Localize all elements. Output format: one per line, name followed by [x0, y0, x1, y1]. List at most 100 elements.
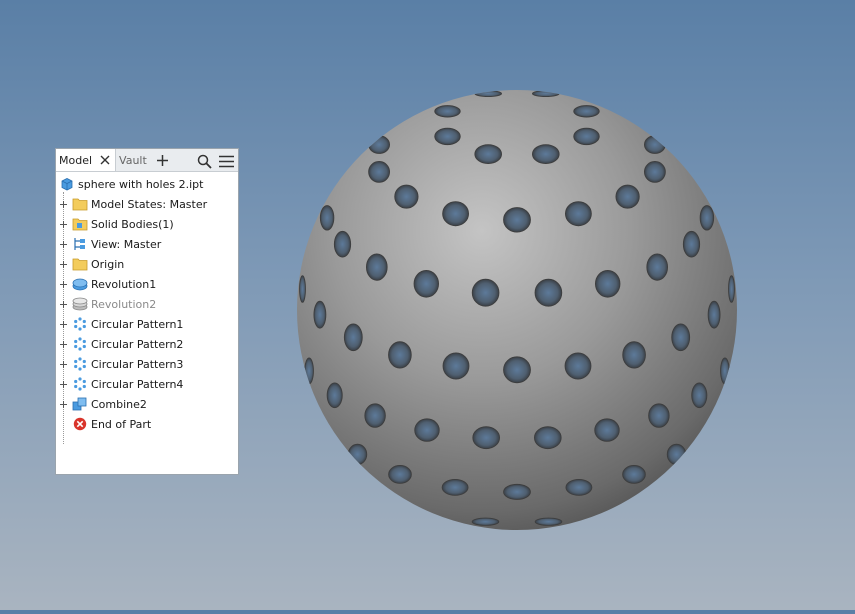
sphere-hole	[299, 275, 306, 303]
sphere-hole	[573, 127, 600, 146]
expand-plus-icon[interactable]	[59, 400, 68, 409]
search-icon[interactable]	[196, 153, 212, 169]
sphere-hole	[413, 269, 440, 298]
tab-model[interactable]: Model	[56, 149, 117, 171]
tree-item-label: End of Part	[91, 417, 152, 431]
sphere-hole	[503, 207, 531, 233]
sphere-hole	[707, 300, 721, 329]
sphere-hole	[565, 478, 593, 496]
sphere-hole	[622, 341, 646, 369]
sphere-hole	[472, 426, 501, 450]
tree-item-circular-pattern3[interactable]: Circular Pattern3	[56, 354, 238, 374]
model-browser-panel: Model Vault sphere with holes 2.ipt Mode…	[55, 148, 239, 475]
sphere-hole	[646, 253, 668, 281]
tree-item-combine2[interactable]: Combine2	[56, 394, 238, 414]
expand-plus-icon[interactable]	[59, 320, 68, 329]
sphere-hole	[573, 105, 600, 118]
tree-item-label: Circular Pattern1	[91, 317, 184, 331]
tree-item-origin[interactable]: Origin	[56, 254, 238, 274]
tree-item-label: Circular Pattern4	[91, 377, 184, 391]
view-icon	[72, 236, 88, 252]
sphere-hole	[414, 418, 440, 442]
tree-item-circular-pattern2[interactable]: Circular Pattern2	[56, 334, 238, 354]
sphere-hole	[671, 323, 691, 352]
sphere-hole	[326, 382, 343, 409]
circular-pattern-icon	[72, 356, 88, 372]
sphere-hole	[319, 205, 335, 231]
sphere-hole	[720, 357, 730, 385]
sphere-hole	[728, 275, 735, 303]
circular-pattern-icon	[72, 316, 88, 332]
sphere-hole	[474, 90, 503, 97]
tree-item-label: Revolution1	[91, 277, 157, 291]
sphere-hole	[595, 269, 621, 298]
sphere-hole	[442, 352, 470, 380]
tree-item-label: Model States: Master	[91, 197, 208, 211]
tree-item-revolution2[interactable]: Revolution2	[56, 294, 238, 314]
tree-item-label: Circular Pattern2	[91, 337, 184, 351]
sphere-hole	[622, 464, 646, 484]
sphere-hole	[531, 144, 560, 165]
folder-icon	[72, 256, 88, 272]
expand-plus-icon[interactable]	[59, 200, 68, 209]
tree-item-solid-bodies[interactable]: Solid Bodies(1)	[56, 214, 238, 234]
sphere-hole	[682, 230, 701, 258]
tree-item-label: Revolution2	[91, 297, 157, 311]
circular-pattern-icon	[72, 336, 88, 352]
solid-bodies-folder-icon	[72, 216, 88, 232]
sphere-hole	[304, 357, 314, 385]
sphere-hole	[364, 403, 386, 428]
add-tab-icon[interactable]	[156, 153, 170, 167]
sphere-hole	[365, 253, 388, 281]
sphere-hole	[648, 403, 670, 428]
sphere-hole	[644, 135, 666, 154]
end-of-part-icon	[72, 416, 88, 432]
tree-item-circular-pattern1[interactable]: Circular Pattern1	[56, 314, 238, 334]
browser-tab-bar: Model Vault	[56, 149, 238, 172]
expand-plus-icon[interactable]	[59, 300, 68, 309]
sphere-hole	[691, 382, 708, 409]
folder-icon	[72, 196, 88, 212]
close-icon[interactable]	[98, 153, 112, 167]
sphere-hole	[434, 127, 461, 146]
expand-plus-icon[interactable]	[59, 220, 68, 229]
expand-plus-icon[interactable]	[59, 240, 68, 249]
sphere-hole	[615, 184, 640, 209]
sphere-hole	[594, 418, 620, 442]
sphere-hole	[534, 278, 563, 307]
tree-item-model-states[interactable]: Model States: Master	[56, 194, 238, 214]
tree-item-circular-pattern4[interactable]: Circular Pattern4	[56, 374, 238, 394]
tree-item-label: Combine2	[91, 397, 147, 411]
sphere-hole	[503, 483, 531, 500]
tree-root-label: sphere with holes 2.ipt	[78, 177, 204, 191]
sphere-hole	[313, 300, 327, 329]
expand-plus-icon[interactable]	[59, 280, 68, 289]
sphere-hole	[534, 517, 563, 526]
tree-item-label: View: Master	[91, 237, 162, 251]
sphere-hole	[368, 135, 391, 154]
tree-root-part[interactable]: sphere with holes 2.ipt	[56, 174, 238, 194]
sphere-hole	[564, 352, 592, 380]
combine-icon	[72, 396, 88, 412]
menu-icon[interactable]	[218, 153, 234, 169]
expand-plus-icon[interactable]	[59, 260, 68, 269]
tree-item-label: Origin	[91, 257, 125, 271]
sphere-hole	[368, 160, 391, 183]
expand-plus-icon[interactable]	[59, 380, 68, 389]
tab-vault[interactable]: Vault	[116, 149, 150, 171]
part-cube-icon	[59, 176, 75, 192]
sphere-hole	[442, 201, 470, 227]
expand-plus-icon[interactable]	[59, 360, 68, 369]
tree-item-revolution1[interactable]: Revolution1	[56, 274, 238, 294]
tree-item-label: Solid Bodies(1)	[91, 217, 174, 231]
tree-item-view[interactable]: View: Master	[56, 234, 238, 254]
model-tree: sphere with holes 2.ipt Model States: Ma…	[56, 172, 238, 444]
sphere-hole	[333, 230, 352, 258]
tree-item-end-of-part[interactable]: End of Part	[56, 414, 238, 434]
sphere-hole	[531, 90, 560, 97]
sphere-hole	[388, 341, 412, 369]
sphere-hole	[565, 201, 592, 227]
expand-plus-icon[interactable]	[59, 340, 68, 349]
circular-pattern-icon	[72, 376, 88, 392]
sphere-hole	[644, 160, 666, 183]
